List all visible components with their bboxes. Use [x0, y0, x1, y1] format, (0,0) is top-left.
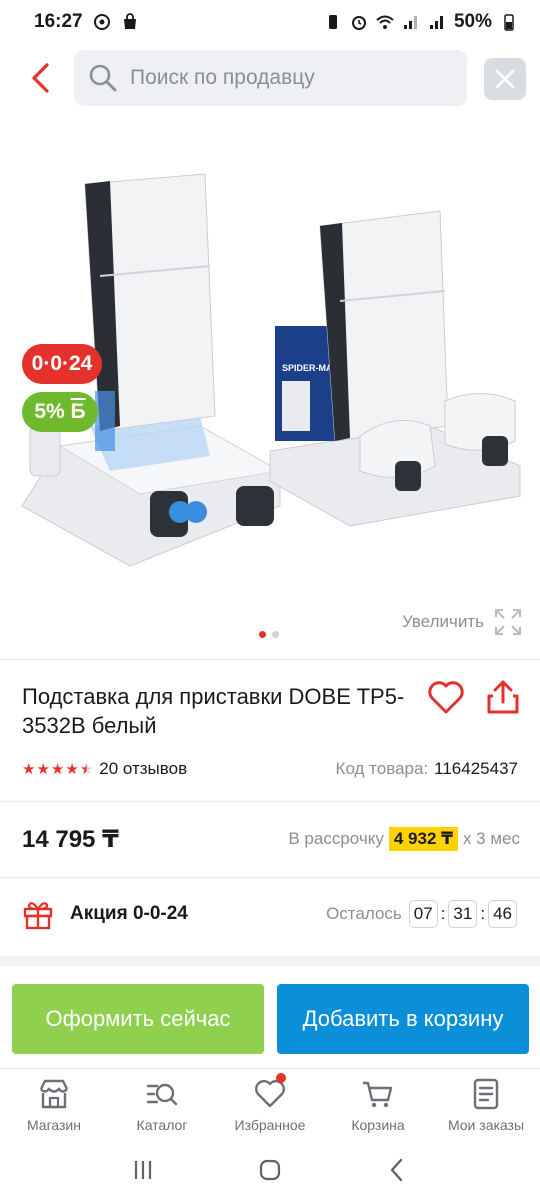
- heart-icon: [428, 681, 464, 714]
- installment-amount: 4 932 ₸: [388, 827, 458, 851]
- favorite-button[interactable]: [426, 678, 466, 718]
- reviews-link[interactable]: 20 отзывов: [99, 759, 187, 779]
- search-box[interactable]: [74, 50, 467, 106]
- nav-label-store: Магазин: [26, 1117, 81, 1133]
- installment-info[interactable]: В рассрочку 4 932 ₸ x 3 мес: [288, 827, 520, 851]
- countdown-minutes: 31: [448, 900, 478, 928]
- search-icon: [89, 64, 117, 92]
- star-icon: ★: [65, 761, 79, 778]
- home-icon[interactable]: [257, 1157, 283, 1183]
- catalog-search-icon: [146, 1083, 178, 1106]
- signal-icon: [403, 16, 417, 29]
- gift-icon: [23, 902, 53, 930]
- star-icon: ★: [50, 761, 65, 778]
- signal-icon-2: [429, 16, 443, 29]
- countdown-separator: :: [440, 904, 446, 923]
- pagination-dot: [272, 631, 279, 638]
- share-button[interactable]: [484, 678, 522, 718]
- bonus-suffix: Б: [70, 400, 86, 423]
- installment-suffix: x 3 мес: [462, 829, 520, 848]
- countdown-seconds: 46: [488, 900, 517, 928]
- divider: [0, 801, 540, 802]
- rating-stars[interactable]: ★ ★ ★ ★ ★: [22, 760, 93, 778]
- status-bar: 16:27 50%: [0, 0, 540, 44]
- recent-apps-icon[interactable]: [130, 1157, 156, 1183]
- search-input[interactable]: [130, 66, 430, 90]
- bottom-navigation: Магазин Каталог Избранное Корзина Мои за…: [0, 1068, 540, 1140]
- product-code-value: 116425437: [434, 759, 518, 778]
- product-title: Подставка для приставки DOBE TP5-3532B б…: [22, 684, 405, 738]
- expand-icon: [495, 609, 521, 635]
- sync-icon: [93, 14, 110, 30]
- close-search-button[interactable]: [484, 58, 526, 100]
- promo-row[interactable]: Акция 0-0-24 Осталось 07 : 31 : 46: [22, 897, 520, 931]
- nav-label-favorites: Избранное: [234, 1117, 306, 1133]
- store-icon: [39, 1079, 69, 1109]
- rating-row: ★ ★ ★ ★ ★ 20 отзывов Код товара: 1164254…: [22, 758, 518, 780]
- battery-percent: 50%: [453, 11, 492, 32]
- close-icon: [495, 69, 515, 89]
- nav-label-orders: Мои заказы: [447, 1117, 525, 1133]
- countdown-label: Осталось: [326, 904, 402, 923]
- shopping-bag-icon: [123, 13, 136, 29]
- star-half-icon: ★: [79, 761, 94, 778]
- installment-badge: 0·0·24: [22, 344, 102, 384]
- star-icon: ★: [36, 761, 50, 778]
- alarm-icon: [351, 16, 366, 30]
- status-time: 16:27: [34, 11, 83, 32]
- share-icon: [487, 680, 519, 714]
- battery-saver-icon: [328, 15, 337, 29]
- back-icon[interactable]: [384, 1157, 410, 1183]
- countdown-separator: :: [480, 904, 486, 923]
- price-row: 14 795 ₸ В рассрочку 4 932 ₸ x 3 мес: [22, 822, 520, 856]
- nav-item-orders[interactable]: Мои заказы: [432, 1069, 540, 1140]
- console-stand-right-illustration: SPIDER-MAN: [269, 210, 521, 527]
- installment-prefix: В рассрочку: [288, 829, 384, 848]
- zoom-button[interactable]: Увеличить: [402, 608, 522, 636]
- nav-item-catalog[interactable]: Каталог: [108, 1069, 216, 1140]
- product-code-label: Код товара:: [335, 759, 429, 778]
- nav-item-store[interactable]: Магазин: [0, 1069, 108, 1140]
- chevron-left-icon: [32, 63, 49, 93]
- battery-icon: [504, 14, 514, 31]
- bonus-badge: 5% Б: [22, 392, 98, 432]
- divider: [0, 877, 540, 878]
- add-to-cart-button[interactable]: Добавить в корзину: [277, 984, 529, 1054]
- search-header: [0, 48, 540, 108]
- section-separator: [0, 956, 540, 966]
- divider: [0, 659, 540, 660]
- notification-dot: [276, 1073, 286, 1083]
- nav-item-cart[interactable]: Корзина: [324, 1069, 432, 1140]
- orders-icon: [473, 1078, 499, 1110]
- nav-label-catalog: Каталог: [136, 1117, 188, 1133]
- zoom-label: Увеличить: [402, 612, 484, 631]
- promo-label: Акция 0-0-24: [70, 903, 188, 924]
- nav-item-favorites[interactable]: Избранное: [216, 1069, 324, 1140]
- product-gallery[interactable]: SPIDER-MAN 0·0·24 5% Б Увеличить: [0, 126, 540, 656]
- product-image: SPIDER-MAN: [21, 173, 521, 567]
- nav-label-cart: Корзина: [351, 1117, 405, 1133]
- product-price: 14 795 ₸: [22, 825, 119, 853]
- gallery-pagination: [259, 631, 279, 638]
- bonus-percent: 5%: [34, 400, 65, 423]
- pagination-dot-active: [259, 631, 266, 638]
- countdown-hours: 07: [408, 900, 438, 928]
- buy-now-button[interactable]: Оформить сейчас: [12, 984, 264, 1054]
- cart-icon: [363, 1081, 393, 1108]
- wifi-icon: [376, 15, 394, 29]
- star-icon: ★: [22, 761, 36, 778]
- back-button[interactable]: [24, 60, 56, 96]
- system-navigation: [0, 1140, 540, 1200]
- promo-countdown: Осталось 07 : 31 : 46: [326, 900, 520, 928]
